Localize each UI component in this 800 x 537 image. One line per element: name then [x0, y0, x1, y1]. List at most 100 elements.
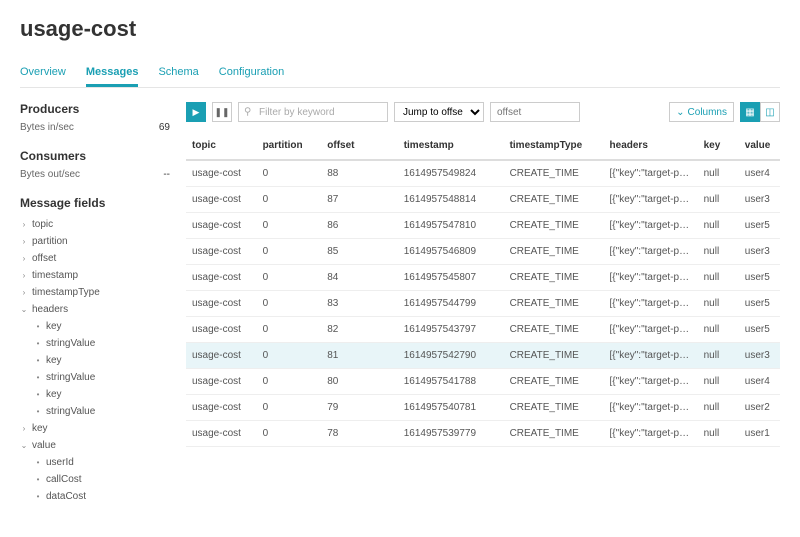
- table-row[interactable]: usage-cost0801614957541788CREATE_TIME[{"…: [186, 369, 780, 395]
- caret-icon: ›: [20, 254, 28, 263]
- cell-value: user5: [739, 213, 780, 239]
- cell-key: null: [698, 343, 739, 369]
- table-row[interactable]: usage-cost0881614957549824CREATE_TIME[{"…: [186, 160, 780, 187]
- tree-item-key[interactable]: •key: [20, 352, 170, 369]
- cell-headers: [{"key":"target-p…: [604, 421, 698, 447]
- cell-key: null: [698, 369, 739, 395]
- column-header-timestamp[interactable]: timestamp: [398, 132, 504, 160]
- cell-offset: 84: [321, 265, 397, 291]
- tree-item-headers[interactable]: ⌄headers: [20, 301, 170, 318]
- cell-value: user5: [739, 265, 780, 291]
- bytes-out-label: Bytes out/sec: [20, 169, 80, 180]
- tree-item-key[interactable]: •key: [20, 386, 170, 403]
- tab-messages[interactable]: Messages: [86, 60, 139, 87]
- cell-topic: usage-cost: [186, 317, 257, 343]
- search-icon: ⚲: [244, 107, 251, 118]
- column-header-partition[interactable]: partition: [257, 132, 322, 160]
- caret-icon: ›: [20, 271, 28, 280]
- column-header-value[interactable]: value: [739, 132, 780, 160]
- cell-value: user3: [739, 187, 780, 213]
- table-row[interactable]: usage-cost0791614957540781CREATE_TIME[{"…: [186, 395, 780, 421]
- tree-item-topic[interactable]: ›topic: [20, 216, 170, 233]
- table-row[interactable]: usage-cost0811614957542790CREATE_TIME[{"…: [186, 343, 780, 369]
- offset-input[interactable]: [490, 102, 580, 122]
- message-fields-heading: Message fields: [20, 196, 170, 210]
- tree-item-dataCost[interactable]: •dataCost: [20, 488, 170, 505]
- cell-offset: 80: [321, 369, 397, 395]
- cell-timestampType: CREATE_TIME: [504, 160, 604, 187]
- tree-item-offset[interactable]: ›offset: [20, 250, 170, 267]
- cell-headers: [{"key":"target-p…: [604, 239, 698, 265]
- tree-item-callCost[interactable]: •callCost: [20, 471, 170, 488]
- table-row[interactable]: usage-cost0861614957547810CREATE_TIME[{"…: [186, 213, 780, 239]
- cell-topic: usage-cost: [186, 421, 257, 447]
- tree-item-partition[interactable]: ›partition: [20, 233, 170, 250]
- cell-offset: 79: [321, 395, 397, 421]
- tab-configuration[interactable]: Configuration: [219, 60, 284, 87]
- jump-to-offset-select[interactable]: Jump to offset: [394, 102, 484, 122]
- caret-icon: ⌄: [20, 441, 28, 450]
- column-header-topic[interactable]: topic: [186, 132, 257, 160]
- bullet-icon: •: [34, 322, 42, 331]
- chevron-down-icon: ⌄: [676, 107, 684, 118]
- tab-schema[interactable]: Schema: [158, 60, 198, 87]
- cell-offset: 81: [321, 343, 397, 369]
- cell-headers: [{"key":"target-p…: [604, 213, 698, 239]
- messages-table: topicpartitionoffsettimestamptimestampTy…: [186, 132, 780, 447]
- table-row[interactable]: usage-cost0821614957543797CREATE_TIME[{"…: [186, 317, 780, 343]
- cell-key: null: [698, 421, 739, 447]
- cell-timestamp: 1614957539779: [398, 421, 504, 447]
- grid-view-button[interactable]: ▦: [740, 102, 760, 122]
- tree-item-timestampType[interactable]: ›timestampType: [20, 284, 170, 301]
- cell-key: null: [698, 317, 739, 343]
- bytes-out-value: --: [163, 169, 170, 180]
- cell-headers: [{"key":"target-p…: [604, 343, 698, 369]
- cell-topic: usage-cost: [186, 239, 257, 265]
- cell-value: user4: [739, 369, 780, 395]
- cell-partition: 0: [257, 265, 322, 291]
- cell-timestampType: CREATE_TIME: [504, 395, 604, 421]
- column-header-key[interactable]: key: [698, 132, 739, 160]
- bullet-icon: •: [34, 390, 42, 399]
- bytes-in-label: Bytes in/sec: [20, 122, 74, 133]
- cell-offset: 87: [321, 187, 397, 213]
- consumers-heading: Consumers: [20, 149, 170, 163]
- caret-icon: ›: [20, 237, 28, 246]
- filter-input[interactable]: [238, 102, 388, 122]
- tree-item-value[interactable]: ⌄value: [20, 437, 170, 454]
- cell-timestamp: 1614957540781: [398, 395, 504, 421]
- cell-timestampType: CREATE_TIME: [504, 291, 604, 317]
- cell-key: null: [698, 265, 739, 291]
- tab-overview[interactable]: Overview: [20, 60, 66, 87]
- column-header-timestampType[interactable]: timestampType: [504, 132, 604, 160]
- column-header-offset[interactable]: offset: [321, 132, 397, 160]
- columns-button[interactable]: ⌄ Columns: [669, 102, 734, 122]
- tree-item-key[interactable]: ›key: [20, 420, 170, 437]
- cell-partition: 0: [257, 160, 322, 187]
- table-row[interactable]: usage-cost0841614957545807CREATE_TIME[{"…: [186, 265, 780, 291]
- pause-button[interactable]: ❚❚: [212, 102, 232, 122]
- table-row[interactable]: usage-cost0871614957548814CREATE_TIME[{"…: [186, 187, 780, 213]
- bullet-icon: •: [34, 356, 42, 365]
- cell-timestamp: 1614957544799: [398, 291, 504, 317]
- cell-timestampType: CREATE_TIME: [504, 369, 604, 395]
- tree-item-stringValue[interactable]: •stringValue: [20, 403, 170, 420]
- tree-item-userId[interactable]: •userId: [20, 454, 170, 471]
- table-row[interactable]: usage-cost0831614957544799CREATE_TIME[{"…: [186, 291, 780, 317]
- column-header-headers[interactable]: headers: [604, 132, 698, 160]
- cell-key: null: [698, 239, 739, 265]
- cell-timestamp: 1614957545807: [398, 265, 504, 291]
- cell-topic: usage-cost: [186, 343, 257, 369]
- table-row[interactable]: usage-cost0851614957546809CREATE_TIME[{"…: [186, 239, 780, 265]
- bytes-in-value: 69: [159, 122, 170, 133]
- cell-offset: 88: [321, 160, 397, 187]
- tree-item-timestamp[interactable]: ›timestamp: [20, 267, 170, 284]
- split-view-button[interactable]: ◫: [760, 102, 780, 122]
- play-button[interactable]: ▶: [186, 102, 206, 122]
- tree-item-stringValue[interactable]: •stringValue: [20, 335, 170, 352]
- cell-value: user3: [739, 239, 780, 265]
- tree-item-stringValue[interactable]: •stringValue: [20, 369, 170, 386]
- bullet-icon: •: [34, 458, 42, 467]
- table-row[interactable]: usage-cost0781614957539779CREATE_TIME[{"…: [186, 421, 780, 447]
- tree-item-key[interactable]: •key: [20, 318, 170, 335]
